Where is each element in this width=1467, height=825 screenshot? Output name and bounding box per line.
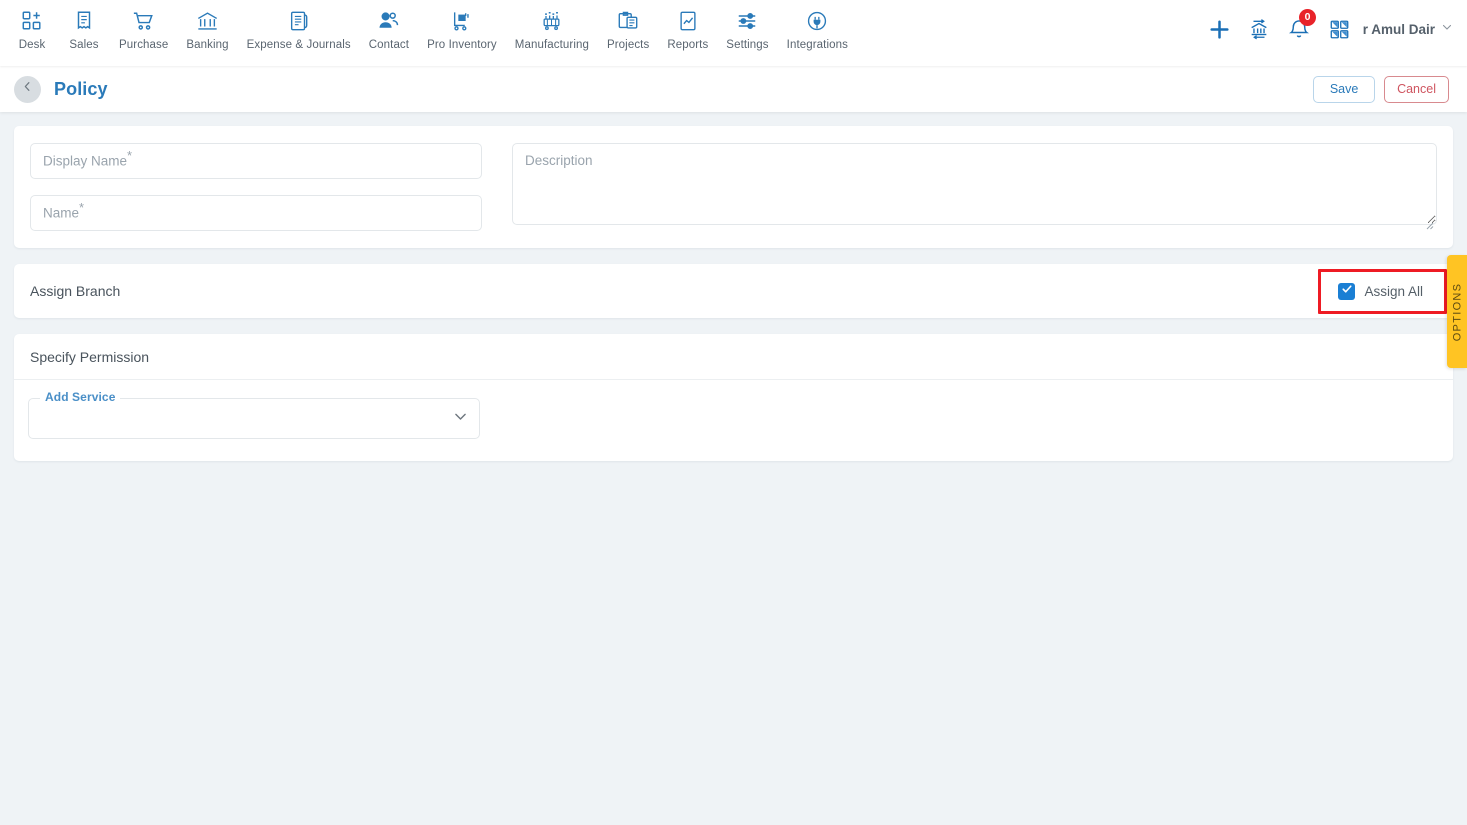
notification-badge: 0	[1299, 9, 1316, 26]
nav-item-banking[interactable]: Banking	[177, 8, 237, 51]
bank-transfer-icon[interactable]	[1239, 12, 1279, 46]
nav-item-contact[interactable]: Contact	[360, 8, 418, 51]
nav-item-pro-inventory[interactable]: Pro Inventory	[418, 8, 506, 51]
assign-all-checkbox-group[interactable]: Assign All	[1326, 273, 1437, 310]
pro-inventory-icon	[451, 8, 473, 34]
chevron-down-icon	[1441, 20, 1453, 38]
cancel-button[interactable]: Cancel	[1384, 75, 1449, 103]
reports-icon	[677, 8, 699, 34]
sales-icon	[73, 8, 95, 34]
assign-all-checkbox[interactable]	[1338, 282, 1356, 300]
name-field-wrap: Name*	[30, 195, 482, 231]
nav-item-expense-journals[interactable]: Expense & Journals	[238, 8, 360, 51]
nav-item-desk[interactable]: Desk	[6, 8, 58, 51]
apps-grid-button[interactable]	[1319, 12, 1359, 46]
back-button[interactable]	[14, 75, 41, 103]
organization-name: nar Amul Dair	[1363, 21, 1435, 37]
integrations-icon	[806, 8, 828, 34]
banking-icon	[196, 8, 219, 34]
nav-item-purchase[interactable]: Purchase	[110, 8, 177, 51]
specify-permission-label: Specify Permission	[14, 334, 1453, 380]
manufacturing-icon	[540, 8, 563, 34]
notifications-button[interactable]: 0	[1279, 9, 1319, 46]
nav-label-contact: Contact	[368, 39, 410, 51]
chevron-left-icon	[21, 80, 34, 98]
nav-label-banking: Banking	[186, 39, 229, 51]
description-textarea[interactable]	[512, 143, 1437, 225]
nav-actions: 0 nar Amul Dair	[1199, 9, 1453, 46]
nav-label-integrations: Integrations	[786, 39, 848, 51]
header-actions: Save Cancel	[1313, 75, 1449, 103]
nav-label-purchase: Purchase	[119, 39, 169, 51]
specify-permission-card: Specify Permission Add Service	[14, 334, 1453, 461]
policy-description-wrap	[512, 143, 1437, 231]
page-title: Policy	[54, 78, 108, 99]
nav-label-manufacturing: Manufacturing	[514, 39, 589, 51]
add-service-select[interactable]	[28, 398, 480, 439]
nav-label-expense-journals: Expense & Journals	[246, 39, 351, 51]
page-header: Policy Save Cancel	[0, 66, 1467, 112]
save-button[interactable]: Save	[1313, 75, 1376, 103]
page-content: Display Name* Name* Assign Branch	[0, 112, 1467, 825]
nav-label-pro-inventory: Pro Inventory	[427, 39, 497, 51]
field-spacer	[30, 179, 482, 195]
options-side-tab[interactable]: OPTIONS	[1447, 255, 1467, 368]
options-tab-label: OPTIONS	[1451, 282, 1464, 341]
nav-item-settings[interactable]: Settings	[717, 8, 777, 51]
nav-label-desk: Desk	[18, 39, 46, 51]
nav-item-projects[interactable]: Projects	[598, 8, 658, 51]
add-service-field: Add Service	[28, 390, 480, 439]
assign-branch-label: Assign Branch	[30, 283, 121, 299]
display-name-input[interactable]	[30, 143, 482, 179]
top-navigation-bar: Desk Sales Purchase Banking Expense & Jo…	[0, 0, 1467, 66]
description-wrap	[512, 143, 1437, 230]
nav-label-settings: Settings	[726, 39, 769, 51]
add-service-label: Add Service	[40, 390, 121, 404]
assign-branch-card: Assign Branch Assign All	[14, 264, 1453, 318]
nav-label-sales: Sales	[69, 39, 99, 51]
desk-icon	[21, 8, 43, 34]
nav-label-projects: Projects	[606, 39, 650, 51]
nav-item-sales[interactable]: Sales	[58, 8, 110, 51]
check-icon	[1341, 282, 1353, 300]
name-input[interactable]	[30, 195, 482, 231]
settings-icon	[736, 8, 758, 34]
policy-details-card: Display Name* Name*	[14, 126, 1453, 248]
purchase-icon	[132, 8, 155, 34]
contact-icon	[377, 8, 400, 34]
expense-journals-icon	[288, 8, 310, 34]
organization-switcher[interactable]: nar Amul Dair	[1363, 20, 1453, 38]
specify-permission-body: Add Service	[14, 380, 1453, 461]
add-button[interactable]	[1199, 12, 1239, 46]
nav-item-reports[interactable]: Reports	[658, 8, 717, 51]
module-nav-list: Desk Sales Purchase Banking Expense & Jo…	[0, 0, 857, 51]
projects-icon	[617, 8, 639, 34]
policy-name-fields: Display Name* Name*	[30, 143, 482, 231]
nav-item-integrations[interactable]: Integrations	[778, 8, 857, 51]
display-name-field-wrap: Display Name*	[30, 143, 482, 179]
nav-label-reports: Reports	[667, 39, 709, 51]
nav-item-manufacturing[interactable]: Manufacturing	[506, 8, 598, 51]
assign-all-label: Assign All	[1364, 283, 1423, 299]
